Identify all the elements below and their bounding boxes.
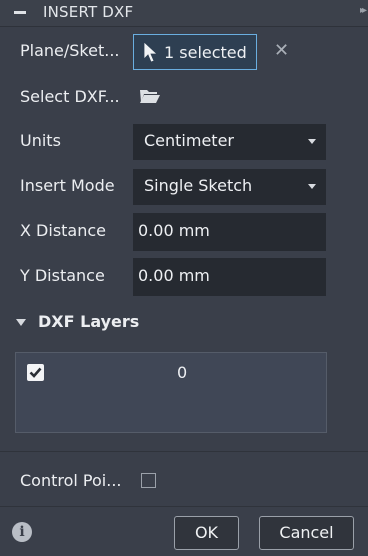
x-distance-label: X Distance xyxy=(20,221,107,240)
units-dropdown[interactable]: Centimeter xyxy=(133,124,326,160)
x-distance-value: 0.00 mm xyxy=(138,221,210,240)
insert-mode-label: Insert Mode xyxy=(20,176,115,195)
divider xyxy=(0,506,368,507)
plane-sketch-label: Plane/Sket... xyxy=(20,41,120,60)
cursor-icon xyxy=(143,41,159,63)
check-icon xyxy=(29,367,42,378)
collapse-icon[interactable] xyxy=(14,11,26,14)
units-value: Centimeter xyxy=(144,131,234,150)
dialog-title: INSERT DXF xyxy=(43,3,134,21)
control-points-label: Control Poi... xyxy=(20,471,122,490)
select-button-label: 1 selected xyxy=(164,42,247,62)
insert-mode-value: Single Sketch xyxy=(144,176,253,195)
plane-sketch-select-button[interactable]: 1 selected xyxy=(133,34,257,70)
more-icon[interactable]: ▸▸ xyxy=(360,5,367,16)
info-icon[interactable]: i xyxy=(12,522,32,542)
y-distance-value: 0.00 mm xyxy=(138,266,210,285)
select-dxf-label: Select DXF... xyxy=(20,87,120,106)
units-label: Units xyxy=(20,131,61,150)
control-points-checkbox[interactable] xyxy=(141,473,156,488)
dialog-title-bar: INSERT DXF ▸▸ xyxy=(0,0,368,27)
dxf-layers-list xyxy=(15,352,327,433)
dropdown-arrow-icon xyxy=(308,139,316,144)
divider xyxy=(0,451,368,452)
clear-icon[interactable]: ✕ xyxy=(274,40,289,61)
folder-icon[interactable] xyxy=(139,88,161,104)
dropdown-arrow-icon xyxy=(308,184,316,189)
insert-mode-dropdown[interactable]: Single Sketch xyxy=(133,169,326,205)
y-distance-input[interactable]: 0.00 mm xyxy=(133,258,326,296)
y-distance-label: Y Distance xyxy=(20,266,105,285)
x-distance-input[interactable]: 0.00 mm xyxy=(133,213,326,251)
cancel-button[interactable]: Cancel xyxy=(259,516,354,550)
layer-checkbox[interactable] xyxy=(27,364,44,381)
dxf-layers-header[interactable]: DXF Layers xyxy=(38,312,139,331)
layer-name: 0 xyxy=(177,363,188,382)
ok-button[interactable]: OK xyxy=(174,516,239,550)
expand-triangle-icon[interactable] xyxy=(16,319,26,326)
